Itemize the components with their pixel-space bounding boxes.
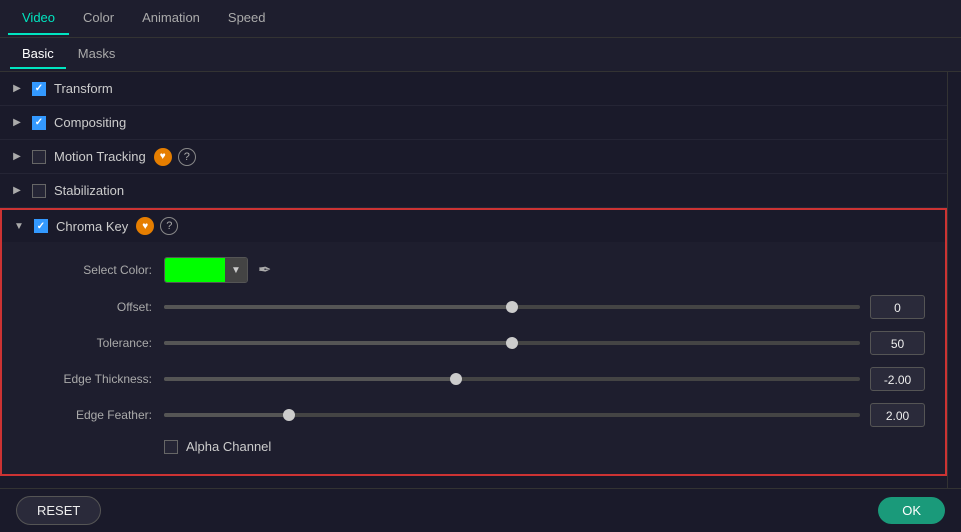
- subtab-bar: Basic Masks: [0, 38, 961, 72]
- stabilization-arrow-icon: ▶: [10, 184, 24, 198]
- compositing-checkbox[interactable]: [32, 116, 46, 130]
- reset-button[interactable]: RESET: [16, 496, 101, 525]
- transform-arrow-icon: ▶: [10, 82, 24, 96]
- alpha-channel-row: Alpha Channel: [164, 439, 925, 454]
- edge-feather-value[interactable]: 2.00: [870, 403, 925, 427]
- edge-thickness-label: Edge Thickness:: [22, 372, 152, 386]
- left-panel: ▶ Transform ▶ Compositing ▶ Motion Track…: [0, 72, 947, 488]
- tab-speed[interactable]: Speed: [214, 2, 280, 35]
- transform-label: Transform: [54, 81, 113, 96]
- motion-tracking-checkbox[interactable]: [32, 150, 46, 164]
- scrollbar[interactable]: [947, 72, 961, 488]
- chroma-key-label: Chroma Key: [56, 219, 128, 234]
- subtab-basic[interactable]: Basic: [10, 40, 66, 69]
- chroma-key-arrow-icon: ▼: [12, 219, 26, 233]
- chroma-key-checkbox[interactable]: [34, 219, 48, 233]
- edge-thickness-value[interactable]: -2.00: [870, 367, 925, 391]
- section-motion-tracking[interactable]: ▶ Motion Tracking ♥ ?: [0, 140, 947, 174]
- offset-value[interactable]: 0: [870, 295, 925, 319]
- compositing-label: Compositing: [54, 115, 126, 130]
- edge-feather-slider-track[interactable]: [164, 413, 860, 417]
- edge-feather-label: Edge Feather:: [22, 408, 152, 422]
- tolerance-slider[interactable]: [164, 341, 860, 345]
- chroma-key-pro-icon: ♥: [136, 217, 154, 235]
- tab-video[interactable]: Video: [8, 2, 69, 35]
- color-swatch[interactable]: [165, 258, 225, 282]
- tab-bar: Video Color Animation Speed: [0, 0, 961, 38]
- tolerance-label: Tolerance:: [22, 336, 152, 350]
- edge-thickness-slider[interactable]: [164, 377, 860, 381]
- color-swatch-container[interactable]: ▼: [164, 257, 248, 283]
- tolerance-value[interactable]: 50: [870, 331, 925, 355]
- edge-feather-row: Edge Feather: 2.00: [22, 403, 925, 427]
- chroma-key-expanded: Select Color: ▼ ✒ Offset:: [0, 242, 947, 476]
- tab-color[interactable]: Color: [69, 2, 128, 35]
- stabilization-checkbox[interactable]: [32, 184, 46, 198]
- motion-tracking-pro-icon: ♥: [154, 148, 172, 166]
- tolerance-slider-track[interactable]: [164, 341, 860, 345]
- select-color-row: Select Color: ▼ ✒: [22, 257, 925, 283]
- color-selector[interactable]: ▼ ✒: [164, 257, 271, 283]
- subtab-masks[interactable]: Masks: [66, 40, 128, 69]
- section-stabilization[interactable]: ▶ Stabilization: [0, 174, 947, 208]
- alpha-channel-label: Alpha Channel: [186, 439, 271, 454]
- edge-thickness-row: Edge Thickness: -2.00: [22, 367, 925, 391]
- motion-tracking-label: Motion Tracking: [54, 149, 146, 164]
- edge-feather-slider[interactable]: [164, 413, 860, 417]
- edge-thickness-slider-track[interactable]: [164, 377, 860, 381]
- offset-label: Offset:: [22, 300, 152, 314]
- select-color-label: Select Color:: [22, 263, 152, 277]
- eyedropper-icon[interactable]: ✒: [258, 260, 271, 280]
- section-compositing[interactable]: ▶ Compositing: [0, 106, 947, 140]
- offset-slider[interactable]: [164, 305, 860, 309]
- offset-slider-track[interactable]: [164, 305, 860, 309]
- tolerance-row: Tolerance: 50: [22, 331, 925, 355]
- section-transform[interactable]: ▶ Transform: [0, 72, 947, 106]
- transform-checkbox[interactable]: [32, 82, 46, 96]
- main-content: ▶ Transform ▶ Compositing ▶ Motion Track…: [0, 72, 961, 488]
- tab-animation[interactable]: Animation: [128, 2, 214, 35]
- alpha-channel-checkbox[interactable]: [164, 440, 178, 454]
- section-chroma-key[interactable]: ▼ Chroma Key ♥ ?: [0, 208, 947, 242]
- ok-button[interactable]: OK: [878, 497, 945, 524]
- bottom-bar: RESET OK: [0, 488, 961, 532]
- chroma-key-help-icon[interactable]: ?: [160, 217, 178, 235]
- motion-tracking-help-icon[interactable]: ?: [178, 148, 196, 166]
- motion-tracking-arrow-icon: ▶: [10, 150, 24, 164]
- compositing-arrow-icon: ▶: [10, 116, 24, 130]
- offset-row: Offset: 0: [22, 295, 925, 319]
- color-dropdown-arrow-icon[interactable]: ▼: [225, 258, 247, 282]
- stabilization-label: Stabilization: [54, 183, 124, 198]
